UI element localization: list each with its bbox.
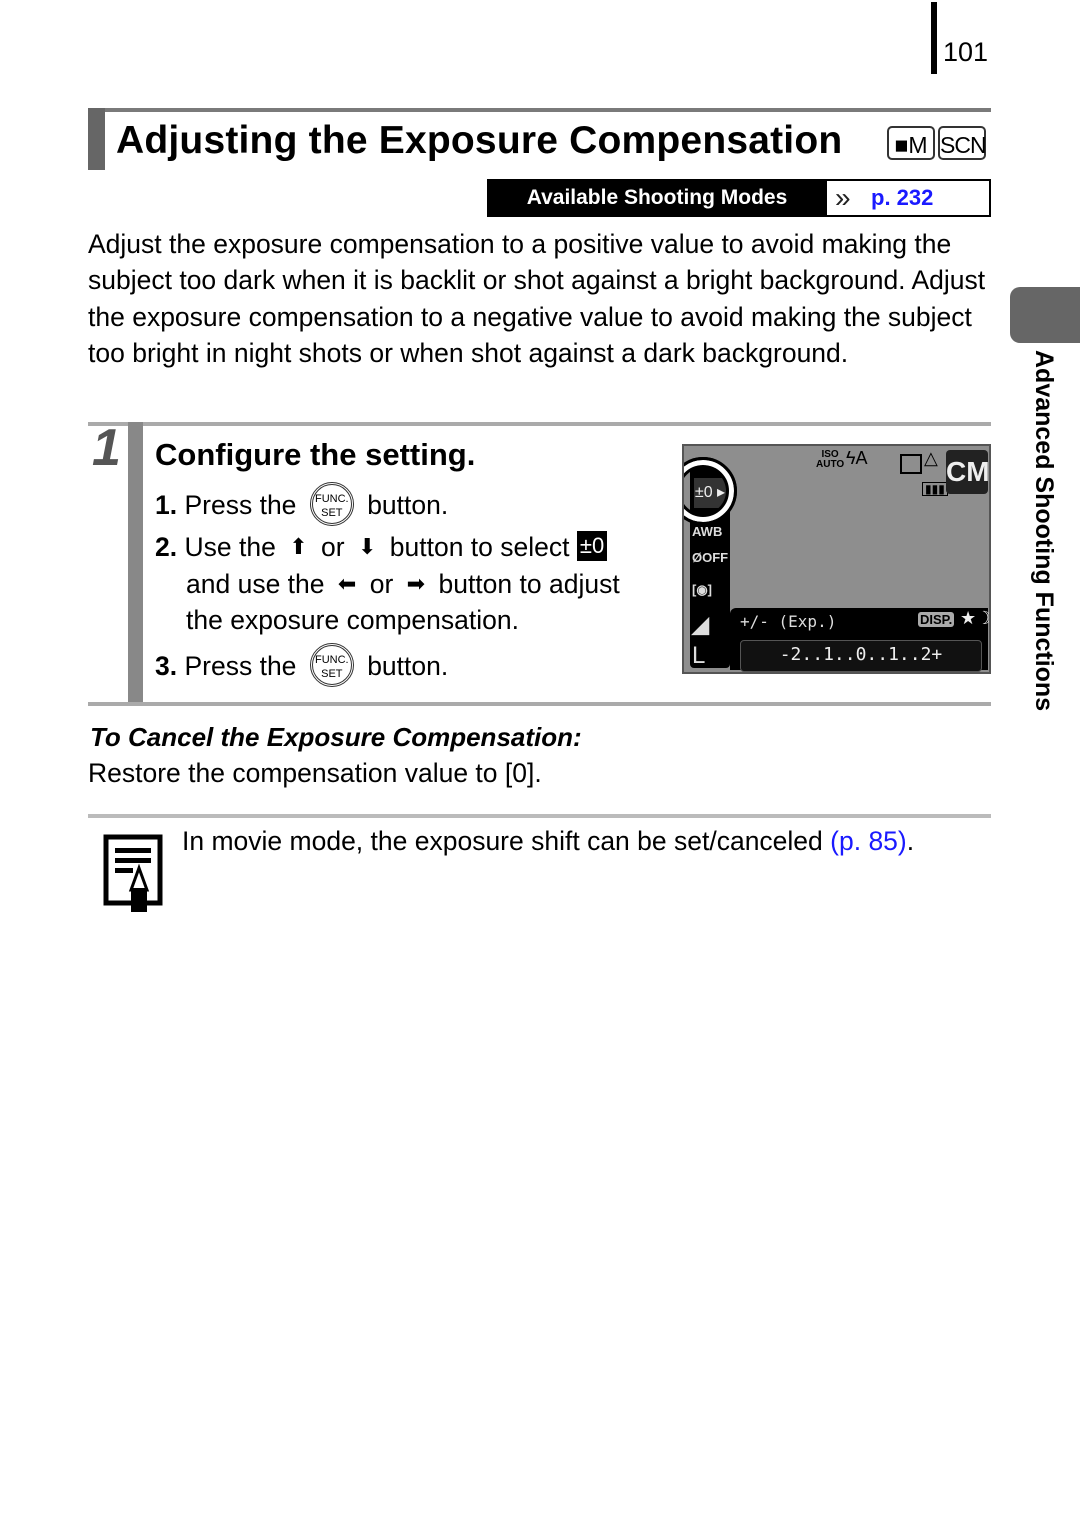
step-heading: Configure the setting. <box>155 437 476 472</box>
lcd-exposure-label: +/- (Exp.) <box>740 612 837 631</box>
step-instruction-3: 3. Press the FUNC. SET button. <box>155 643 449 690</box>
instruction-number: 2. <box>155 532 178 562</box>
shooting-mode-icon: CM <box>946 450 989 494</box>
instruction-text: or <box>321 532 345 562</box>
metering-icon: [◉] <box>692 582 713 597</box>
available-modes-label: Available Shooting Modes <box>487 179 827 217</box>
cancel-heading: To Cancel the Exposure Compensation: <box>90 722 582 752</box>
func-set-button-icon: FUNC. SET <box>309 643 354 687</box>
instruction-number: 1. <box>155 490 178 520</box>
note-period: . <box>906 826 915 856</box>
intro-paragraph: Adjust the exposure compensation to a po… <box>88 229 986 368</box>
instruction-text: button. <box>367 651 449 681</box>
down-arrow-icon: ⬇ <box>357 534 377 559</box>
page-number-bar <box>931 2 937 74</box>
chapter-tab <box>1010 287 1080 343</box>
right-arrow-icon: ➡ <box>406 571 426 596</box>
instruction-text: Use the <box>184 532 276 562</box>
page-title: Adjusting the Exposure Compensation <box>116 119 843 162</box>
auto-label: AUTO <box>816 459 845 470</box>
exposure-compensation-icon: ±0 <box>576 531 608 561</box>
white-balance-icon: AWB <box>692 524 723 539</box>
title-rule <box>88 108 991 112</box>
set-label: SET <box>321 668 343 680</box>
instruction-text: button to adjust <box>438 569 620 599</box>
func-set-button-icon: FUNC. SET <box>309 482 354 526</box>
step-rule-bottom <box>88 702 991 706</box>
step-instruction-2-cont: and use the ⬅ or ➡ button to adjust <box>186 566 620 604</box>
camera-orientation-icon: △ <box>924 448 938 468</box>
left-arrow-icon: ⬅ <box>337 571 357 596</box>
page-number: 101 <box>943 37 989 67</box>
step-rule-top <box>88 422 991 426</box>
step-number: 1 <box>92 419 121 477</box>
battery-icon: ▮▮▮ <box>922 482 948 496</box>
camera-lcd-illustration: ±0 ▸ AWB ØOFF [◉] ◢ L ISO AUTO ϟA △ ▮▮▮ C… <box>682 444 991 674</box>
my-colors-off-icon: ØOFF <box>692 550 729 565</box>
step-instruction-2-end: the exposure compensation. <box>186 605 519 635</box>
title-accent-bar <box>88 108 105 170</box>
step-accent-bar <box>128 422 143 704</box>
note-rule <box>88 814 991 818</box>
chapter-label: Advanced Shooting Functions <box>1010 350 1060 770</box>
disp-button-icon: DISP. <box>918 612 955 627</box>
note-body: In movie mode, the exposure shift can be… <box>182 826 831 856</box>
available-modes-page-link[interactable]: p. 232 <box>871 181 933 215</box>
instruction-text: and use the <box>186 569 325 599</box>
cancel-body: Restore the compensation value to [0]. <box>88 758 542 788</box>
exposure-scale: -2..1..0..1..2+ <box>740 640 982 672</box>
note-pencil-icon <box>103 834 163 912</box>
camera-m-mode-icon: ■M <box>887 126 935 160</box>
instruction-text: or <box>369 569 394 599</box>
iso-auto-icon: ISO AUTO <box>816 450 844 470</box>
step-instruction-2: 2. Use the ⬆ or ⬇ button to select ±0 <box>155 529 608 567</box>
func-label: FUNC. <box>315 493 349 505</box>
set-label: SET <box>321 507 343 519</box>
chapter-label-text: Advanced Shooting Functions <box>1030 350 1058 712</box>
flash-auto-icon: ϟA <box>846 448 868 468</box>
night-snapshot-icon: ★☽ <box>960 608 991 628</box>
up-arrow-icon: ⬆ <box>289 534 308 559</box>
note-text: In movie mode, the exposure shift can be… <box>182 824 914 858</box>
step-instruction-1: 1. Press the FUNC. SET button. <box>155 482 449 529</box>
compression-icon: ◢ <box>692 612 709 637</box>
note-page-link[interactable]: (p. 85) <box>830 826 907 856</box>
instruction-text: Press the <box>184 490 297 520</box>
instruction-text: button. <box>367 490 449 520</box>
func-label: FUNC. <box>315 654 349 666</box>
instruction-text: button to select <box>389 532 570 562</box>
double-chevron-icon: » <box>835 182 851 213</box>
resolution-icon: L <box>692 642 706 669</box>
instruction-number: 3. <box>155 651 178 681</box>
instruction-text: Press the <box>184 651 297 681</box>
single-shot-icon <box>900 454 922 474</box>
scn-mode-icon: SCN <box>938 126 987 160</box>
